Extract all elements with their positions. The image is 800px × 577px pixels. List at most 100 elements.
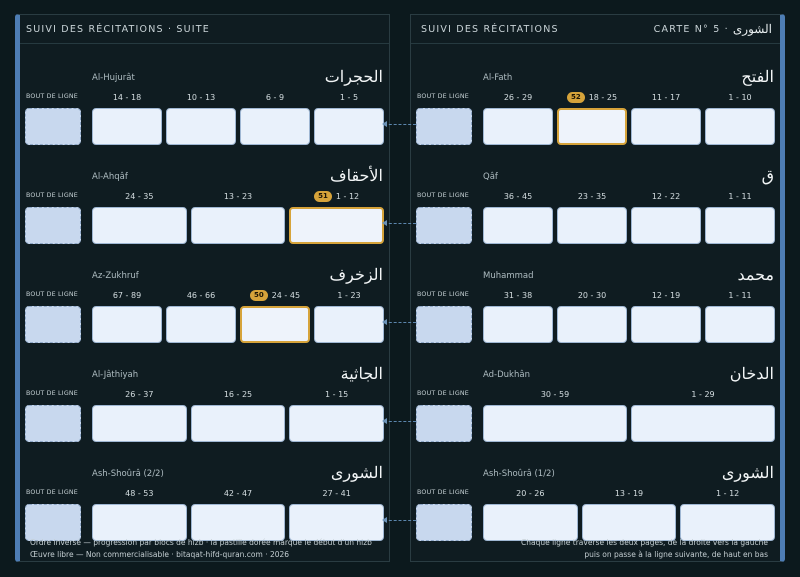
left-footer: Ordre inversé — progression par blocs de…	[30, 537, 372, 561]
left-page: SUIVI DES RÉCITATIONS · SUITE Al-Hujurât…	[15, 14, 390, 562]
block-range-text: 13 - 19	[614, 488, 644, 498]
block-verse-range: 12 - 22	[631, 190, 701, 202]
bout-de-ligne-box[interactable]	[25, 504, 81, 541]
recitation-box[interactable]	[483, 405, 627, 442]
block-range-text: 1 - 15	[325, 389, 349, 399]
surah-transliteration: Al-Jâthiyah	[92, 370, 139, 380]
bout-de-ligne-label: BOUT DE LIGNE	[26, 192, 78, 199]
block-verse-range: 36 - 45	[483, 190, 553, 202]
recitation-box[interactable]	[631, 108, 701, 145]
recitation-box[interactable]	[483, 207, 553, 244]
bout-de-ligne-box[interactable]	[416, 306, 472, 343]
hizb-start-recitation-box[interactable]	[289, 207, 384, 244]
recitation-box[interactable]	[705, 306, 775, 343]
recitation-box[interactable]	[483, 504, 578, 541]
block-verse-range: 24 - 35	[92, 190, 187, 202]
surah-transliteration: Ash-Shoûrâ (1/2)	[483, 469, 555, 479]
bout-de-ligne-label: BOUT DE LIGNE	[417, 93, 469, 100]
surah-arabic-name: الزخرف	[329, 265, 383, 284]
surah-transliteration: Al-Fath	[483, 73, 513, 83]
surah-transliteration: Ad-Dukhân	[483, 370, 530, 380]
recitation-box[interactable]	[92, 207, 187, 244]
bout-de-ligne-box[interactable]	[25, 207, 81, 244]
recitation-box[interactable]	[190, 405, 286, 442]
block-range-text: 24 - 45	[271, 290, 301, 300]
recitation-box[interactable]	[166, 108, 236, 145]
surah-arabic-name: الشورى	[721, 463, 774, 482]
recitation-box[interactable]	[190, 504, 286, 541]
recitation-box[interactable]	[557, 207, 627, 244]
block-range-text: 27 - 41	[322, 488, 351, 498]
recitation-box[interactable]	[631, 207, 701, 244]
block-verse-range: 26 - 37	[92, 388, 187, 400]
block-range-text: 67 - 89	[112, 290, 142, 300]
block-verse-range: 1 - 23	[314, 289, 384, 301]
bout-de-ligne-box[interactable]	[25, 306, 81, 343]
recitation-box[interactable]	[190, 207, 286, 244]
recitation-box[interactable]	[92, 108, 162, 145]
block-verse-range: 10 - 13	[166, 91, 236, 103]
right-footer: Chaque ligne traverse les deux pages, de…	[521, 537, 768, 561]
row-connector-line	[384, 520, 416, 521]
bout-de-ligne-label: BOUT DE LIGNE	[417, 489, 469, 496]
block-range-text: 26 - 37	[125, 389, 154, 399]
recitation-box[interactable]	[92, 405, 187, 442]
recitation-box[interactable]	[483, 108, 553, 145]
left-row-4: Al-Jâthiyah الجاثية BOUT DE LIGNE 26 - 37 16…	[20, 364, 389, 446]
recitation-box[interactable]	[166, 306, 236, 343]
surah-transliteration: Qâf	[483, 172, 498, 182]
left-footer-line1: Ordre inversé — progression par blocs de…	[30, 538, 372, 547]
block-range-text: 36 - 45	[503, 191, 533, 201]
block-verse-range: 1 - 12	[680, 487, 775, 499]
surah-transliteration: Az-Zukhruf	[92, 271, 139, 281]
row-connector-line	[384, 124, 416, 125]
left-row-3: Az-Zukhruf الزخرف BOUT DE LIGNE 67 - 89 46 -…	[20, 265, 389, 347]
block-range-text: 13 - 23	[223, 191, 253, 201]
block-range-text: 10 - 13	[186, 92, 216, 102]
recitation-box[interactable]	[705, 207, 775, 244]
block-range-text: 12 - 22	[651, 191, 681, 201]
right-row-1: Al-Fath الفتح BOUT DE LIGNE 26 - 29 52 18 - 2…	[411, 67, 780, 149]
block-verse-range: 1 - 15	[289, 388, 384, 400]
surah-arabic-name: الشورى	[330, 463, 383, 482]
recitation-box[interactable]	[581, 504, 677, 541]
block-verse-range: 48 - 53	[92, 487, 187, 499]
recitation-box[interactable]	[92, 306, 162, 343]
recitation-box[interactable]	[557, 306, 627, 343]
block-range-text: 16 - 25	[223, 389, 253, 399]
block-verse-range: 26 - 29	[483, 91, 553, 103]
block-verse-range: 51 1 - 12	[289, 190, 384, 202]
bout-de-ligne-box[interactable]	[416, 108, 472, 145]
recitation-box[interactable]	[631, 306, 701, 343]
block-verse-range: 1 - 10	[705, 91, 775, 103]
bout-de-ligne-box[interactable]	[416, 504, 472, 541]
bout-de-ligne-box[interactable]	[25, 405, 81, 442]
block-verse-range: 11 - 17	[631, 91, 701, 103]
block-verse-range: 23 - 35	[557, 190, 627, 202]
block-verse-range: 1 - 11	[705, 190, 775, 202]
recitation-box[interactable]	[240, 108, 310, 145]
recitation-box[interactable]	[483, 306, 553, 343]
block-verse-range: 13 - 23	[191, 190, 286, 202]
block-range-text: 18 - 25	[588, 92, 618, 102]
recitation-box[interactable]	[680, 504, 775, 541]
row-connector-arrow-icon	[382, 418, 387, 424]
hizb-start-recitation-box[interactable]	[240, 306, 310, 343]
block-range-text: 31 - 38	[503, 290, 533, 300]
recitation-box[interactable]	[631, 405, 775, 442]
hizb-start-recitation-box[interactable]	[557, 108, 627, 145]
block-range-text: 14 - 18	[112, 92, 142, 102]
block-verse-range: 6 - 9	[240, 91, 310, 103]
surah-arabic-name: الدخان	[729, 364, 774, 383]
block-range-text: 1 - 12	[716, 488, 740, 498]
recitation-box[interactable]	[289, 504, 384, 541]
bout-de-ligne-box[interactable]	[416, 405, 472, 442]
row-connector-arrow-icon	[382, 319, 387, 325]
recitation-box[interactable]	[92, 504, 187, 541]
recitation-box[interactable]	[705, 108, 775, 145]
recitation-box[interactable]	[289, 405, 384, 442]
recitation-box[interactable]	[314, 306, 384, 343]
bout-de-ligne-box[interactable]	[416, 207, 472, 244]
bout-de-ligne-box[interactable]	[25, 108, 81, 145]
recitation-box[interactable]	[314, 108, 384, 145]
